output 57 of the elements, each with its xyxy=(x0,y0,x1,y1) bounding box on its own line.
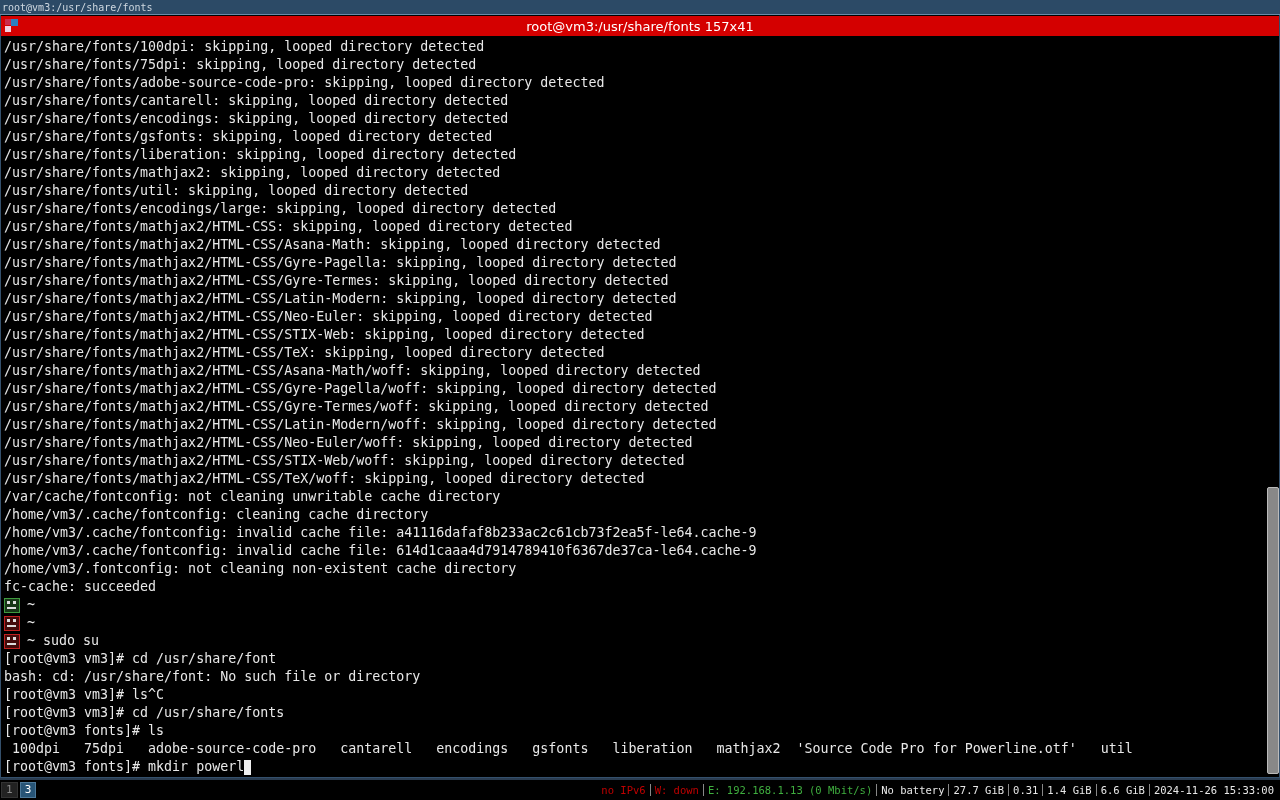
terminal-line: [root@vm3 vm3]# cd /usr/share/font xyxy=(4,651,277,667)
terminal-line: /usr/share/fonts/encodings/large: skipping, looped directory detected xyxy=(4,201,557,217)
terminal-line: fc-cache: succeeded xyxy=(4,579,157,595)
terminal-line: /usr/share/fonts/encodings: skipping, looped directory detected xyxy=(4,111,509,127)
terminal-line: /usr/share/fonts/100dpi: skipping, looped directory detected xyxy=(4,39,485,55)
terminal-line: /usr/share/fonts/mathjax2/HTML-CSS/TeX: skipping, looped directory detected xyxy=(4,345,605,361)
terminal-line: /usr/share/fonts/util: skipping, looped directory detected xyxy=(4,183,469,199)
terminal-line: /usr/share/fonts/mathjax2/HTML-CSS/Asana-Math: skipping, looped directory detected xyxy=(4,237,661,253)
status-item: no IPv6 xyxy=(600,784,647,796)
terminal-line: /usr/share/fonts/mathjax2/HTML-CSS/Gyre-Pagella/woff: skipping, looped directory detected xyxy=(4,381,717,397)
terminal-line: /usr/share/fonts/mathjax2/HTML-CSS/Neo-Euler/woff: skipping, looped directory detected xyxy=(4,435,693,451)
terminal-line: ~ xyxy=(27,615,35,631)
terminal-title: root@vm3:/usr/share/fonts 157x41 xyxy=(526,18,754,34)
terminal-line: /usr/share/fonts/mathjax2/HTML-CSS/TeX/woff: skipping, looped directory detected xyxy=(4,471,645,487)
terminal-line: /usr/share/fonts/liberation: skipping, looped directory detected xyxy=(4,147,517,163)
status-item: W: down xyxy=(649,784,703,796)
workspace-button[interactable]: 3 xyxy=(19,782,37,798)
status-item: E: 192.168.1.13 (0 Mbit/s) xyxy=(702,784,877,796)
terminal-line: /usr/share/fonts/mathjax2/HTML-CSS/Latin-Modern/woff: skipping, looped directory detected xyxy=(4,417,717,433)
terminal-line: /var/cache/fontconfig: not cleaning unwritable cache directory xyxy=(4,489,501,505)
terminal-line: [root@vm3 vm3]# cd /usr/share/fonts xyxy=(4,705,285,721)
terminal-line: /usr/share/fonts/mathjax2/HTML-CSS/STIX-Web: skipping, looped directory detected xyxy=(4,327,645,343)
terminal-line: /usr/share/fonts/mathjax2/HTML-CSS/Neo-Euler: skipping, looped directory detected xyxy=(4,309,653,325)
text-cursor xyxy=(244,759,252,775)
workspace-button[interactable]: 1 xyxy=(1,782,18,798)
terminal-line: ~ sudo su xyxy=(27,633,100,649)
terminal-line: /usr/share/fonts/mathjax2: skipping, looped directory detected xyxy=(4,165,501,181)
terminal-line: /usr/share/fonts/adobe-source-code-pro: skipping, looped directory detected xyxy=(4,75,605,91)
terminal-line: /usr/share/fonts/75dpi: skipping, looped directory detected xyxy=(4,57,477,73)
terminal-line: /home/vm3/.fontconfig: not cleaning non-existent cache directory xyxy=(4,561,517,577)
terminal-line: [root@vm3 vm3]# ls^C xyxy=(4,687,165,703)
terminal-line: bash: cd: /usr/share/font: No such file or directory xyxy=(4,669,421,685)
terminal-line: /usr/share/fonts/mathjax2/HTML-CSS/Gyre-Termes/woff: skipping, looped directory detected xyxy=(4,399,709,415)
status-item: No battery xyxy=(876,784,949,796)
terminal-line: /usr/share/fonts/mathjax2/HTML-CSS/STIX-Web/woff: skipping, looped directory detected xyxy=(4,453,685,469)
terminal-line: /usr/share/fonts/mathjax2/HTML-CSS/Gyre-Pagella: skipping, looped directory detected xyxy=(4,255,677,271)
terminal-line: /usr/share/fonts/mathjax2/HTML-CSS/Gyre-Termes: skipping, looped directory detected xyxy=(4,273,669,289)
scrollbar-thumb[interactable] xyxy=(1267,487,1279,774)
terminal-line: /home/vm3/.cache/fontconfig: invalid cache file: 614d1caaa4d7914789410f6367de37ca-le64.cache-9 xyxy=(4,543,757,559)
status-item: 0.31 xyxy=(1008,784,1043,796)
terminal-line: ~ xyxy=(27,597,35,613)
terminal-line: /usr/share/fonts/cantarell: skipping, looped directory detected xyxy=(4,93,509,109)
terminal-icon xyxy=(5,19,18,32)
terminal-line: /usr/share/fonts/mathjax2/HTML-CSS/Latin-Modern: skipping, looped directory detected xyxy=(4,291,677,307)
terminal-line: /home/vm3/.cache/fontconfig: cleaning cache directory xyxy=(4,507,429,523)
window-title: root@vm3:/usr/share/fonts xyxy=(2,0,153,14)
terminal-line: 100dpi 75dpi adobe-source-code-pro cantarell encodings gsfonts liberation mathjax2 'Source Code Pro for Powerline.otf' util xyxy=(11,741,1133,757)
status-item: 2024-11-26 15:33:00 xyxy=(1148,784,1278,796)
terminal-line: /usr/share/fonts/mathjax2/HTML-CSS: skipping, looped directory detected xyxy=(4,219,573,235)
terminal-line: /usr/share/fonts/mathjax2/HTML-CSS/Asana-Math/woff: skipping, looped directory detected xyxy=(4,363,701,379)
status-item: 6.6 GiB xyxy=(1095,784,1149,796)
terminal-line: /usr/share/fonts/gsfonts: skipping, looped directory detected xyxy=(4,129,493,145)
status-item: 27.7 GiB xyxy=(948,784,1009,796)
command-input[interactable]: [root@vm3 fonts]# mkdir powerl xyxy=(4,759,245,775)
status-item: 1.4 GiB xyxy=(1042,784,1096,796)
terminal-line: /home/vm3/.cache/fontconfig: invalid cache file: a41116dafaf8b233ac2c61cb73f2ea5f-le64.cache-9 xyxy=(4,525,757,541)
terminal-line: [root@vm3 fonts]# ls xyxy=(4,723,165,739)
